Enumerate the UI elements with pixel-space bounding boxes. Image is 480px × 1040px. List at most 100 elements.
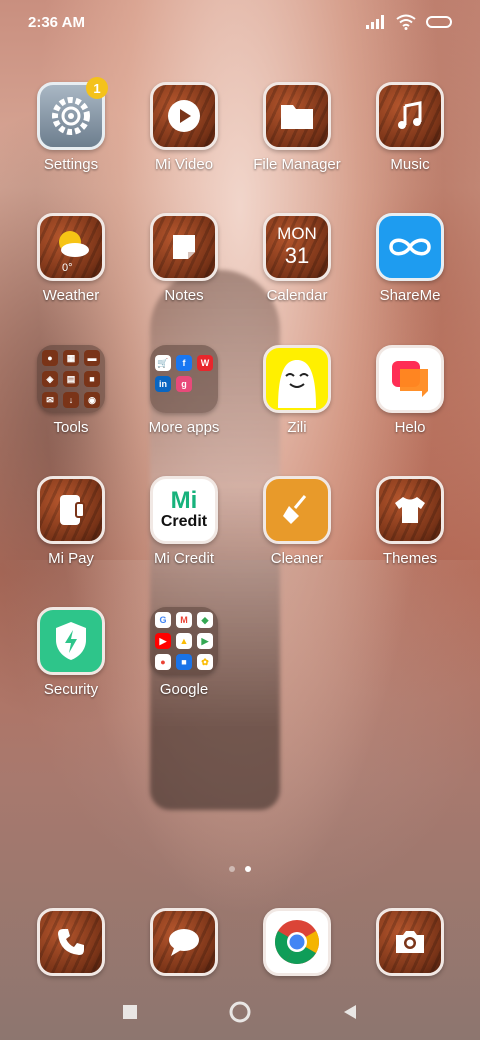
maps-icon: ◆	[197, 612, 213, 628]
duo-icon: ■	[176, 654, 192, 670]
youtube-music-icon: ●	[155, 654, 171, 670]
camera-icon[interactable]	[376, 908, 444, 976]
circle-icon	[229, 1001, 251, 1023]
messages-icon[interactable]	[150, 908, 218, 976]
facebook-icon: f	[176, 355, 192, 371]
navigation-bar	[0, 990, 480, 1034]
folder-icon[interactable]	[263, 82, 331, 150]
tshirt-icon[interactable]	[376, 476, 444, 544]
app-label: Google	[159, 681, 209, 698]
app-label: Calendar	[266, 287, 328, 304]
note-icon[interactable]	[150, 213, 218, 281]
calendar-icon[interactable]: MON 31	[263, 213, 331, 281]
app-label: Mi Credit	[153, 550, 214, 567]
drive-icon: ▲	[176, 633, 192, 649]
shield-icon[interactable]	[37, 607, 105, 675]
app-file-manager[interactable]: File Manager	[241, 82, 353, 173]
app-mi-pay[interactable]: Mi Pay	[15, 476, 127, 567]
weather-sun-cloud-icon[interactable]: 0°	[37, 213, 105, 281]
mail-icon: ✉	[42, 392, 58, 408]
g-app-icon: g	[176, 376, 192, 392]
contacts-icon: ●	[42, 350, 58, 366]
app-label: Cleaner	[270, 550, 324, 567]
browser-icon: ◉	[84, 392, 100, 408]
app-label: Mi Video	[154, 156, 214, 173]
app-label: Security	[43, 681, 99, 698]
linkedin-icon: in	[155, 376, 171, 392]
more-apps-folder-icon[interactable]: 🛒 f W in g	[150, 345, 218, 413]
app-mi-credit[interactable]: Mi Credit Mi Credit	[128, 476, 240, 567]
app-cleaner[interactable]: Cleaner	[241, 476, 353, 567]
app-label: Tools	[53, 419, 89, 436]
zili-face-icon[interactable]	[263, 345, 331, 413]
shopping-icon: 🛒	[155, 355, 171, 371]
video-icon: ■	[84, 371, 100, 387]
app-themes[interactable]: Themes	[354, 476, 466, 567]
scanner-icon: ▤	[63, 371, 79, 387]
app-label: File Manager	[253, 156, 341, 173]
wifi-icon	[396, 14, 416, 30]
app-label: Zili	[287, 419, 307, 436]
settings-icon[interactable]: 1	[37, 77, 108, 150]
play-store-icon: ▶	[197, 633, 213, 649]
recorder-icon: ▬	[84, 350, 100, 366]
play-icon[interactable]	[150, 82, 218, 150]
app-shareme[interactable]: ShareMe	[354, 213, 466, 304]
app-helo[interactable]: Helo	[354, 345, 466, 436]
chrome-icon[interactable]	[263, 908, 331, 976]
mi-credit-logo-top: Mi	[170, 487, 198, 514]
infinity-icon[interactable]	[376, 213, 444, 281]
app-label: ShareMe	[379, 287, 441, 304]
recents-button[interactable]	[115, 997, 145, 1027]
app-label: Mi Pay	[48, 550, 94, 567]
app-label: Themes	[382, 550, 438, 567]
status-bar: 2:36 AM	[0, 0, 480, 44]
app-label: Music	[390, 156, 430, 173]
back-button[interactable]	[335, 997, 365, 1027]
folder-tools[interactable]: ● ▦ ▬ ◈ ▤ ■ ✉ ↓ ◉ Tools	[15, 345, 127, 436]
app-label: Weather	[42, 287, 100, 304]
battery-icon	[426, 16, 452, 28]
tools-folder-icon[interactable]: ● ▦ ▬ ◈ ▤ ■ ✉ ↓ ◉	[37, 345, 105, 413]
music-note-icon[interactable]	[376, 82, 444, 150]
mi-credit-logo-icon[interactable]: Mi Credit	[150, 476, 218, 544]
calculator-icon: ▦	[63, 350, 79, 366]
app-label: Notes	[164, 287, 204, 304]
folder-google[interactable]: G M ◆ ▶ ▲ ▶ ● ■ ✿ Google	[128, 607, 240, 698]
youtube-icon: ▶	[155, 633, 171, 649]
app-weather[interactable]: 0° Weather	[15, 213, 127, 304]
page-dot[interactable]	[229, 866, 235, 872]
wallet-icon[interactable]	[37, 476, 105, 544]
app-mi-video[interactable]: Mi Video	[128, 82, 240, 173]
calendar-date: 31	[284, 243, 310, 268]
download-icon: ↓	[63, 392, 79, 408]
page-indicator	[0, 866, 480, 872]
weather-temp: 0°	[62, 262, 73, 274]
clock: 2:36 AM	[28, 13, 85, 31]
mi-credit-logo-bottom: Credit	[160, 513, 208, 530]
compass-icon: ◈	[42, 371, 58, 387]
app-label: Settings	[43, 156, 99, 173]
google-folder-icon[interactable]: G M ◆ ▶ ▲ ▶ ● ■ ✿	[150, 607, 218, 675]
wps-icon: W	[197, 355, 213, 371]
home-button[interactable]	[225, 997, 255, 1027]
phone-icon[interactable]	[37, 908, 105, 976]
app-zili[interactable]: Zili	[241, 345, 353, 436]
calendar-day: MON	[277, 224, 317, 243]
square-icon	[123, 1005, 137, 1019]
app-notes[interactable]: Notes	[128, 213, 240, 304]
helo-chat-icon[interactable]	[376, 345, 444, 413]
broom-icon[interactable]	[263, 476, 331, 544]
app-label: Helo	[394, 419, 426, 436]
photos-icon: ✿	[197, 654, 213, 670]
page-dot-active[interactable]	[245, 866, 251, 872]
gmail-icon: M	[176, 612, 192, 628]
app-security[interactable]: Security	[15, 607, 127, 698]
dock	[0, 908, 480, 978]
app-label: More apps	[148, 419, 220, 436]
google-search-icon: G	[155, 612, 171, 628]
folder-more-apps[interactable]: 🛒 f W in g More apps	[128, 345, 240, 436]
app-music[interactable]: Music	[354, 82, 466, 173]
app-calendar[interactable]: MON 31 Calendar	[241, 213, 353, 304]
app-settings[interactable]: 1 Settings	[15, 77, 127, 173]
